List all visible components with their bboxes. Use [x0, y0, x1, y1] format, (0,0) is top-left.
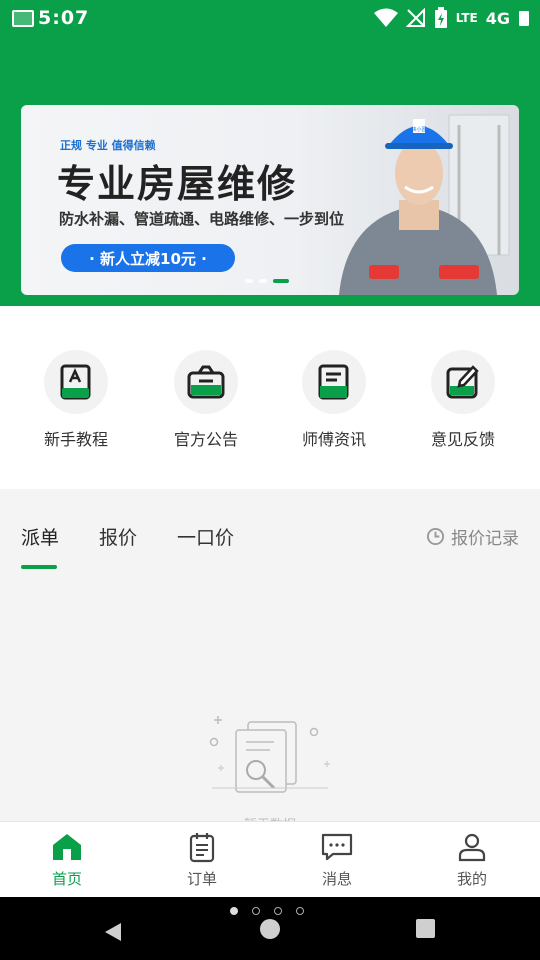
banner-tagline: 正规 专业 值得信赖 [60, 139, 156, 152]
banner-pagination [245, 279, 289, 283]
bottom-navigation: 首页 订单 消息 我的 [0, 821, 540, 897]
quick-entry-label: 意见反馈 [430, 430, 495, 449]
nav-orders[interactable]: 订单 [152, 830, 252, 889]
home-button[interactable] [260, 919, 280, 939]
banner-title: 专业房屋维修 [57, 162, 298, 206]
quote-history-label: 报价记录 [451, 529, 519, 549]
image-notification-icon [12, 10, 34, 27]
quick-entry-announcement[interactable]: 官方公告 [156, 350, 256, 450]
page-dot [296, 907, 304, 915]
quick-entry-feedback[interactable]: 意见反馈 [413, 350, 513, 450]
banner-dot [245, 279, 253, 283]
feedback-icon [446, 365, 479, 399]
tab-dispatch[interactable]: 派单 [21, 523, 59, 550]
quick-entry-label: 新手教程 [43, 430, 108, 449]
banner-dot-active [273, 279, 289, 283]
nav-label: 订单 [186, 870, 217, 888]
quick-entry-label: 官方公告 [173, 430, 238, 449]
nav-home[interactable]: 首页 [17, 830, 117, 889]
profile-icon [458, 833, 486, 862]
wifi-icon [373, 8, 398, 27]
promo-banner[interactable]: 正规 专业 值得信赖 专业房屋维修 防水补漏、管道疏通、电路维修、一步到位 · … [21, 105, 519, 295]
message-icon [321, 833, 353, 861]
quick-entry-tutorial[interactable]: 新手教程 [26, 350, 126, 450]
worker-illustration: 快小匠 [339, 114, 510, 295]
tab-quote[interactable]: 报价 [99, 523, 137, 550]
home-icon [53, 834, 81, 860]
news-icon [318, 364, 349, 400]
banner-dot [259, 279, 267, 283]
cellular-icon [519, 11, 529, 26]
no-signal-icon [405, 8, 425, 27]
nav-label: 首页 [51, 870, 82, 888]
nav-profile[interactable]: 我的 [422, 830, 522, 889]
app-screen: 5:07 LTE 4G 正规 专业 值得信赖 专业房屋维修 防水补漏、管道疏通、… [0, 0, 540, 960]
orders-icon [189, 833, 215, 863]
status-time: 5:07 [38, 7, 90, 29]
page-dot [274, 907, 282, 915]
book-icon [60, 364, 91, 400]
tab-fixed-price[interactable]: 一口价 [177, 523, 234, 550]
page-dot [252, 907, 260, 915]
order-tabs: 派单 报价 一口价 报价记录 [0, 489, 540, 579]
active-tab-indicator [21, 565, 57, 569]
back-icon[interactable] [103, 921, 123, 943]
status-bar: 5:07 LTE 4G [0, 0, 540, 36]
signal-4g-label: 4G [485, 8, 510, 28]
helmet-logo-text: 快小匠 [411, 126, 426, 133]
clock-icon [426, 527, 445, 546]
quick-entry-news[interactable]: 师傅资讯 [284, 350, 384, 450]
quick-entry-label: 师傅资讯 [301, 430, 366, 449]
page-indicator [230, 907, 304, 915]
page-dot-active [230, 907, 238, 915]
recents-button[interactable] [416, 919, 435, 938]
banner-promo-button[interactable]: · 新人立减10元 · [61, 244, 235, 272]
nav-messages[interactable]: 消息 [287, 830, 387, 889]
lte-label: LTE [455, 11, 478, 25]
announcement-icon [187, 365, 225, 399]
nav-label: 我的 [456, 870, 487, 888]
empty-state-illustration [209, 716, 330, 793]
quote-history-link[interactable]: 报价记录 [426, 524, 519, 549]
quick-entry-grid: 新手教程 官方公告 师傅资讯 意见反馈 [0, 306, 540, 489]
nav-label: 消息 [321, 870, 352, 888]
battery-charging-icon [434, 7, 447, 28]
banner-subtitle: 防水补漏、管道疏通、电路维修、一步到位 [59, 210, 345, 228]
